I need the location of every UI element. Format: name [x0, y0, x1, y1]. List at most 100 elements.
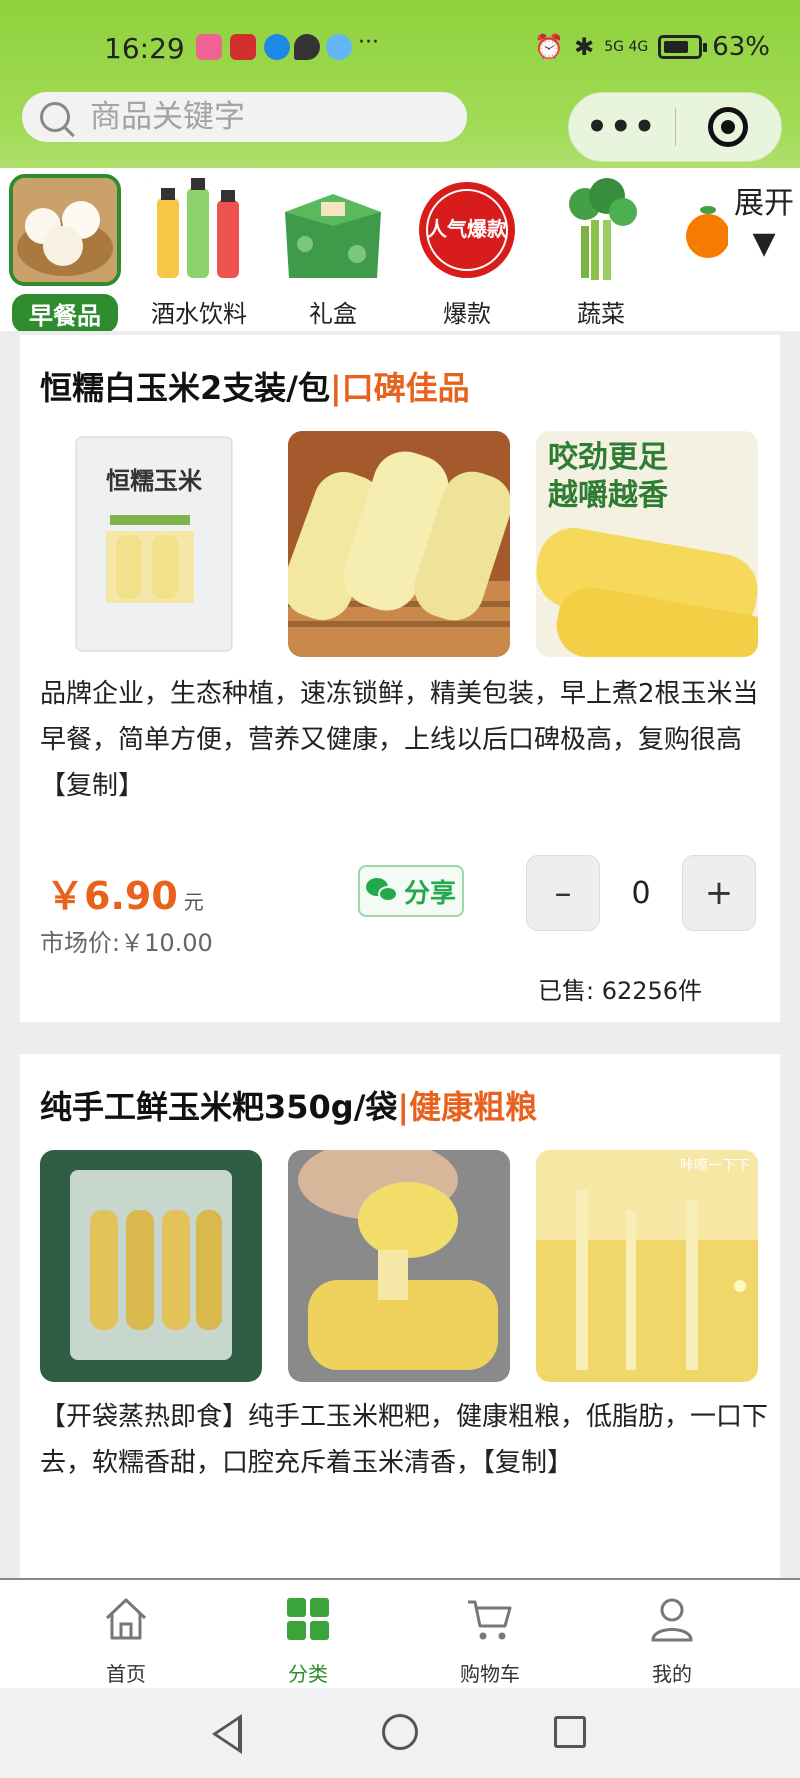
chat-notification-icon [294, 34, 320, 60]
category-item-vegetables[interactable]: 蔬菜 [542, 174, 660, 329]
bottled-drinks-image [143, 174, 255, 286]
tab-home[interactable]: 首页 [66, 1594, 186, 1687]
target-icon [708, 107, 749, 147]
recent-apps-icon[interactable] [554, 1716, 586, 1748]
cart-icon [465, 1594, 515, 1644]
image-caption: 咔嚓一下下 [680, 1157, 750, 1174]
bulb-notification-icon [264, 34, 290, 60]
category-thumb [9, 174, 121, 286]
alarm-icon: ⏰ [534, 33, 565, 61]
product-tagline: |健康粗粮 [397, 1088, 538, 1126]
product-image[interactable] [40, 1150, 262, 1382]
search-icon [40, 102, 70, 132]
tab-label: 首页 [106, 1662, 146, 1686]
hot-badge-text: 人气爆款 [427, 217, 508, 241]
home-icon [101, 1594, 151, 1644]
orange-fruit-image [676, 174, 728, 286]
status-bar: 16:29 ··· ⏰ ✱ 5G 4G 63% [0, 24, 800, 74]
product-price: ￥6.90 元 [46, 865, 204, 920]
category-thumb [143, 174, 255, 286]
back-icon[interactable] [212, 1714, 242, 1754]
product-tagline: |口碑佳品 [329, 369, 470, 407]
home-circle-icon[interactable] [382, 1714, 418, 1750]
category-thumb: 人气爆款 [411, 174, 523, 286]
decrease-button[interactable]: – [526, 855, 600, 931]
category-item-giftbox[interactable]: 礼盒 [274, 174, 392, 329]
corn-package-image: 恒糯玉米 [40, 431, 262, 657]
corn-closeup-image: 咬劲更足 越嚼越香 [536, 431, 758, 657]
steamed-buns-image [13, 178, 117, 282]
app-notification-icon [196, 34, 222, 60]
hot-seller-badge-image: 人气爆款 [411, 174, 523, 286]
increase-button[interactable]: + [682, 855, 756, 931]
product-card[interactable]: 纯手工鲜玉米粑350g/袋|健康粗粮 咔嚓一下下 【开袋蒸热即食】纯手工玉米粑粑… [20, 1054, 780, 1578]
product-name: 纯手工鲜玉米粑350g/袋 [40, 1088, 398, 1126]
corn-basket-image [288, 431, 510, 657]
price-unit: 元 [183, 890, 204, 914]
tab-label: 分类 [288, 1662, 328, 1686]
sold-count: 已售: 62256件 [538, 977, 703, 1005]
signal-icon: 5G 4G [604, 39, 649, 55]
product-name: 恒糯白玉米2支装/包 [40, 369, 330, 407]
tab-cart[interactable]: 购物车 [430, 1594, 550, 1687]
share-label: 分享 [403, 878, 456, 909]
expand-categories-button[interactable]: 展开▼ [728, 168, 800, 331]
product-title: 恒糯白玉米2支装/包|口碑佳品 [40, 363, 470, 409]
product-image[interactable] [288, 1150, 510, 1382]
battery-percent: 63% [712, 32, 770, 62]
battery-icon [658, 35, 708, 59]
category-label: 早餐品 [12, 294, 118, 333]
category-item-hot[interactable]: 人气爆款 爆款 [408, 174, 526, 329]
bluetooth-icon: ✱ [574, 33, 595, 61]
tmall-notification-icon [230, 34, 256, 60]
category-item-breakfast[interactable]: 早餐品 [6, 174, 124, 333]
product-description: 品牌企业，生态种植，速冻锁鲜，精美包装，早上煮2根玉米当早餐，简单方便，营养又健… [40, 679, 759, 801]
miniprogram-capsule: ••• [568, 92, 782, 162]
weather-notification-icon [326, 34, 352, 60]
search-input[interactable] [90, 99, 430, 135]
status-time: 16:29 [104, 32, 185, 65]
product-description: 【开袋蒸热即食】纯手工玉米粑粑，健康粗粮，低脂肪，一口下去，软糯香甜，口腔充斥着… [40, 1402, 769, 1478]
search-bar[interactable] [22, 92, 467, 142]
more-menu-button[interactable]: ••• [569, 107, 675, 147]
gift-box-image [277, 174, 389, 286]
corn-cake-torn-image [288, 1150, 510, 1382]
wechat-icon [365, 878, 400, 904]
category-label: 礼盒 [309, 300, 357, 328]
tab-profile[interactable]: 我的 [612, 1594, 732, 1687]
product-list: 恒糯白玉米2支装/包|口碑佳品 恒糯玉米 咬劲更足 越嚼越香 品牌企业，生态种植… [0, 331, 800, 1578]
corn-cake-closeup-image: 咔嚓一下下 [536, 1150, 758, 1382]
status-right: ⏰ ✱ 5G 4G 63% [534, 32, 770, 62]
share-button[interactable]: 分享 [358, 865, 464, 917]
bottom-tab-bar: 首页 分类 购物车 我的 [0, 1578, 800, 1688]
svg-text:咬劲更足: 咬劲更足 [548, 440, 668, 475]
svg-text:恒糯玉米: 恒糯玉米 [106, 466, 202, 495]
product-card[interactable]: 恒糯白玉米2支装/包|口碑佳品 恒糯玉米 咬劲更足 越嚼越香 品牌企业，生态种植… [20, 335, 780, 1022]
category-thumb [676, 174, 728, 286]
category-item-fruit[interactable] [676, 174, 736, 286]
category-strip: 早餐品 酒水饮料 礼盒 人气爆款 爆款 蔬菜 展开▼ [0, 168, 800, 333]
product-image[interactable]: 咔嚓一下下 [536, 1150, 758, 1382]
price-value: ￥6.90 [46, 874, 178, 918]
celery-image [545, 174, 657, 286]
market-price: 市场价:￥10.00 [40, 929, 213, 957]
svg-text:越嚼越香: 越嚼越香 [548, 478, 668, 513]
category-label: 爆款 [443, 300, 491, 328]
product-image[interactable]: 恒糯玉米 [40, 431, 262, 657]
system-nav-bar [0, 1688, 800, 1778]
category-thumb [277, 174, 389, 286]
tab-label: 我的 [652, 1662, 692, 1686]
category-label: 酒水饮料 [151, 300, 247, 328]
corn-cake-package-image [40, 1150, 262, 1382]
close-miniprogram-button[interactable] [676, 107, 782, 147]
category-thumb [545, 174, 657, 286]
quantity-stepper: – 0 + [526, 855, 756, 931]
product-image[interactable] [288, 431, 510, 657]
category-item-drinks[interactable]: 酒水饮料 [140, 174, 258, 329]
quantity-value[interactable]: 0 [600, 855, 682, 931]
category-label: 蔬菜 [577, 300, 625, 328]
category-grid-icon [283, 1594, 333, 1644]
tab-category[interactable]: 分类 [248, 1594, 368, 1687]
product-title: 纯手工鲜玉米粑350g/袋|健康粗粮 [40, 1082, 537, 1128]
product-image[interactable]: 咬劲更足 越嚼越香 [536, 431, 758, 657]
